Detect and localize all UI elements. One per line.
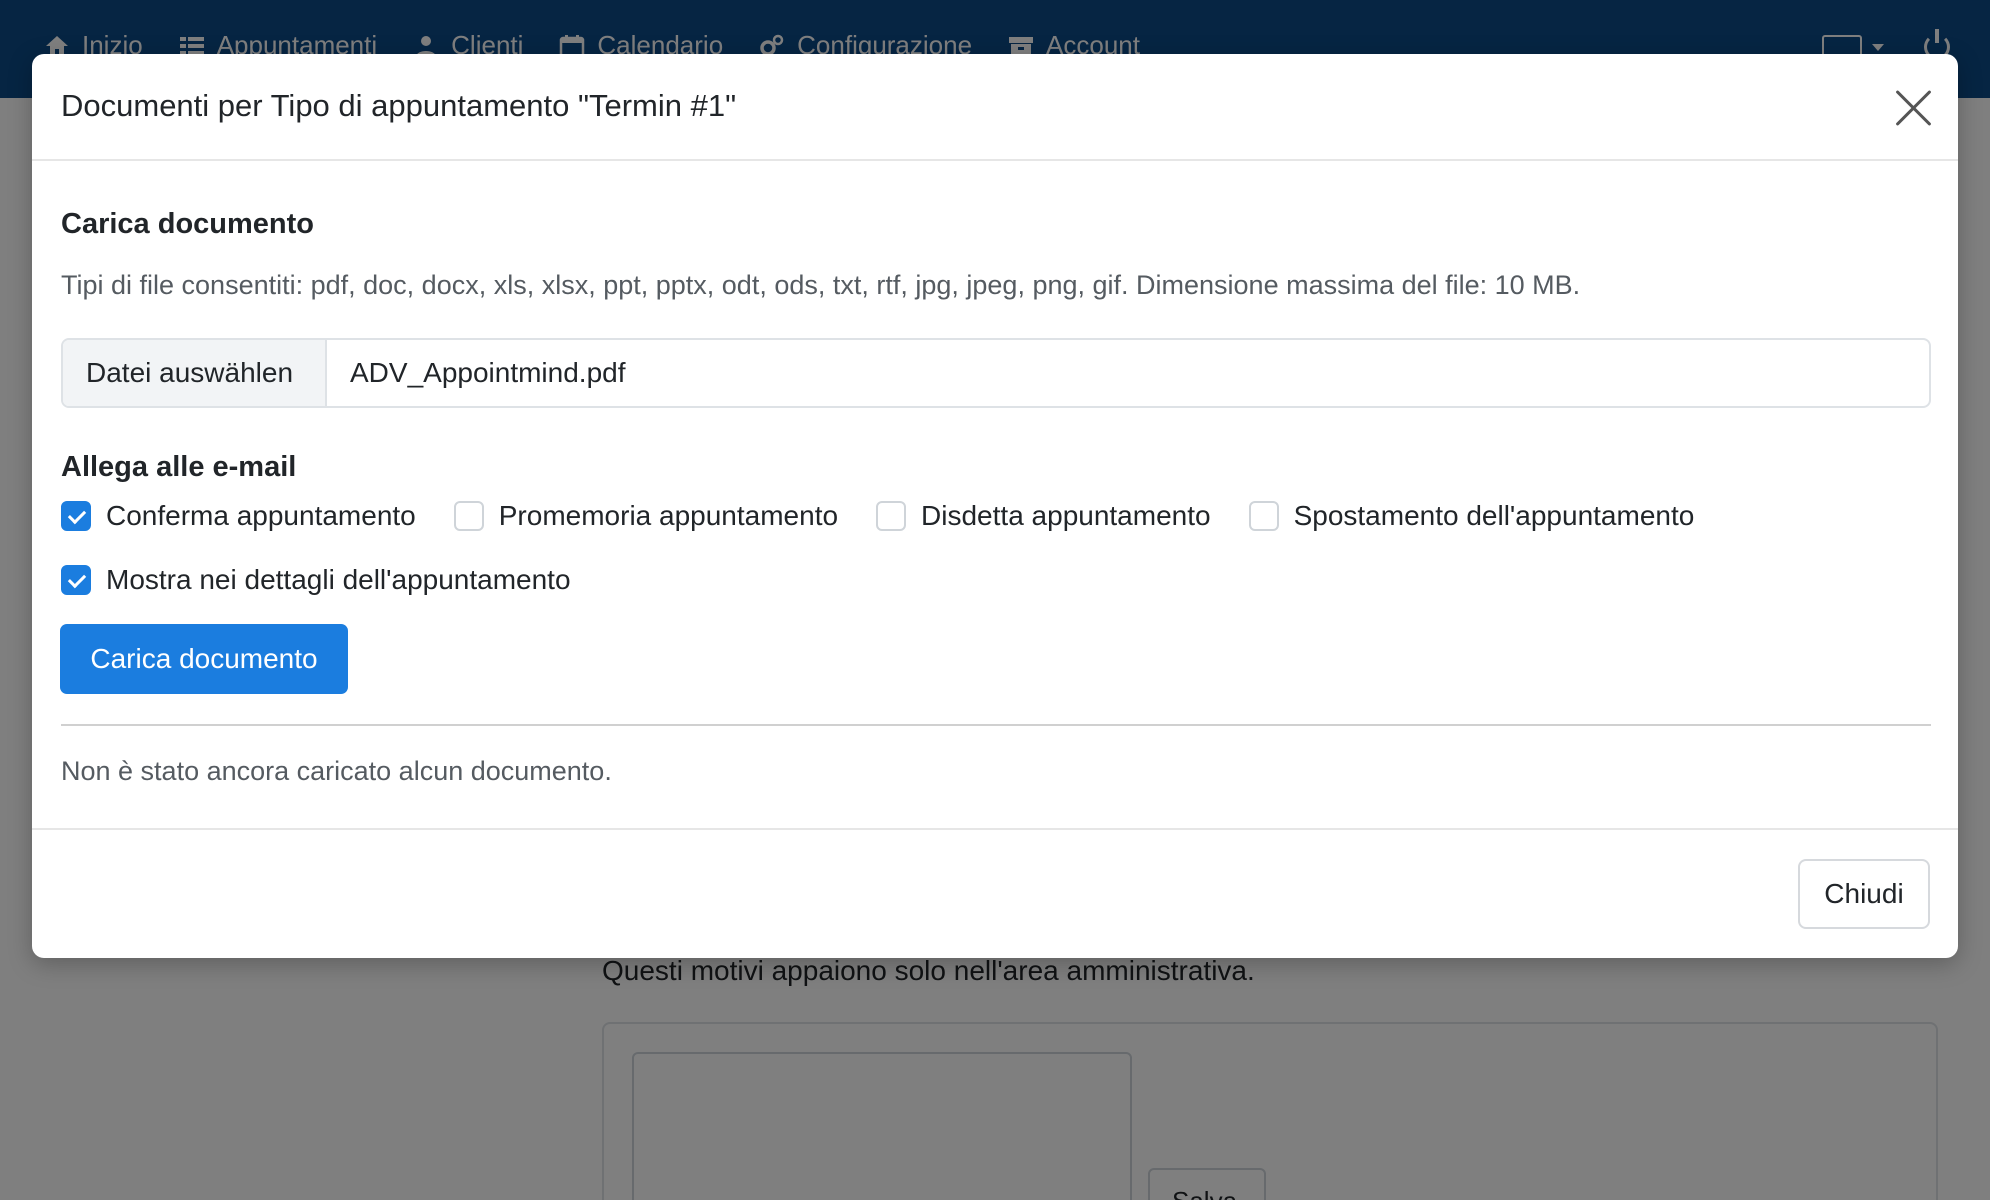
documents-modal: Documenti per Tipo di appuntamento "Term…	[32, 54, 1958, 958]
close-button[interactable]: Chiudi	[1798, 859, 1930, 929]
modal-footer: Chiudi	[32, 828, 1958, 958]
close-icon[interactable]	[1894, 88, 1934, 128]
checkbox-label: Disdetta appuntamento	[921, 500, 1211, 531]
checkbox-show-details[interactable]: Mostra nei dettagli dell'appuntamento	[61, 564, 571, 596]
upload-document-button[interactable]: Carica documento	[60, 624, 348, 694]
modal-header: Documenti per Tipo di appuntamento "Term…	[32, 54, 1958, 161]
divider	[61, 724, 1931, 726]
show-details-row: Mostra nei dettagli dell'appuntamento	[61, 564, 609, 596]
checkbox-box[interactable]	[1248, 501, 1279, 531]
checkbox-label: Conferma appuntamento	[106, 500, 416, 531]
file-input-group: Datei auswählen ADV_Appointmind.pdf	[61, 338, 1931, 408]
checkbox-label: Promemoria appuntamento	[498, 500, 839, 531]
no-documents-text: Non è stato ancora caricato alcun docume…	[61, 756, 612, 786]
selected-file-name[interactable]: ADV_Appointmind.pdf	[327, 340, 1929, 406]
checkbox-cancellation[interactable]: Disdetta appuntamento	[876, 500, 1211, 532]
modal-body: Carica documento Tipi di file consentiti…	[32, 162, 1958, 882]
modal-title: Documenti per Tipo di appuntamento "Term…	[61, 88, 737, 123]
checkbox-confirmation[interactable]: Conferma appuntamento	[61, 500, 416, 532]
checkbox-box[interactable]	[876, 501, 907, 531]
checkbox-label: Spostamento dell'appuntamento	[1293, 500, 1695, 531]
checkbox-reschedule[interactable]: Spostamento dell'appuntamento	[1248, 500, 1695, 532]
checkbox-box-checked[interactable]	[61, 565, 91, 595]
checkbox-box-checked[interactable]	[61, 501, 91, 531]
allowed-file-types-text: Tipi di file consentiti: pdf, doc, docx,…	[61, 270, 1581, 300]
attach-section-title: Allega alle e-mail	[61, 451, 297, 483]
checkbox-reminder[interactable]: Promemoria appuntamento	[453, 500, 839, 532]
page: Inizio Appuntamenti Clienti Calendario C…	[0, 0, 1990, 1200]
upload-section-title: Carica documento	[61, 208, 314, 240]
checkbox-box[interactable]	[453, 501, 484, 531]
email-attach-checkboxes: Conferma appuntamento Promemoria appunta…	[61, 500, 1732, 532]
choose-file-button[interactable]: Datei auswählen	[63, 340, 327, 406]
checkbox-label: Mostra nei dettagli dell'appuntamento	[106, 564, 571, 595]
